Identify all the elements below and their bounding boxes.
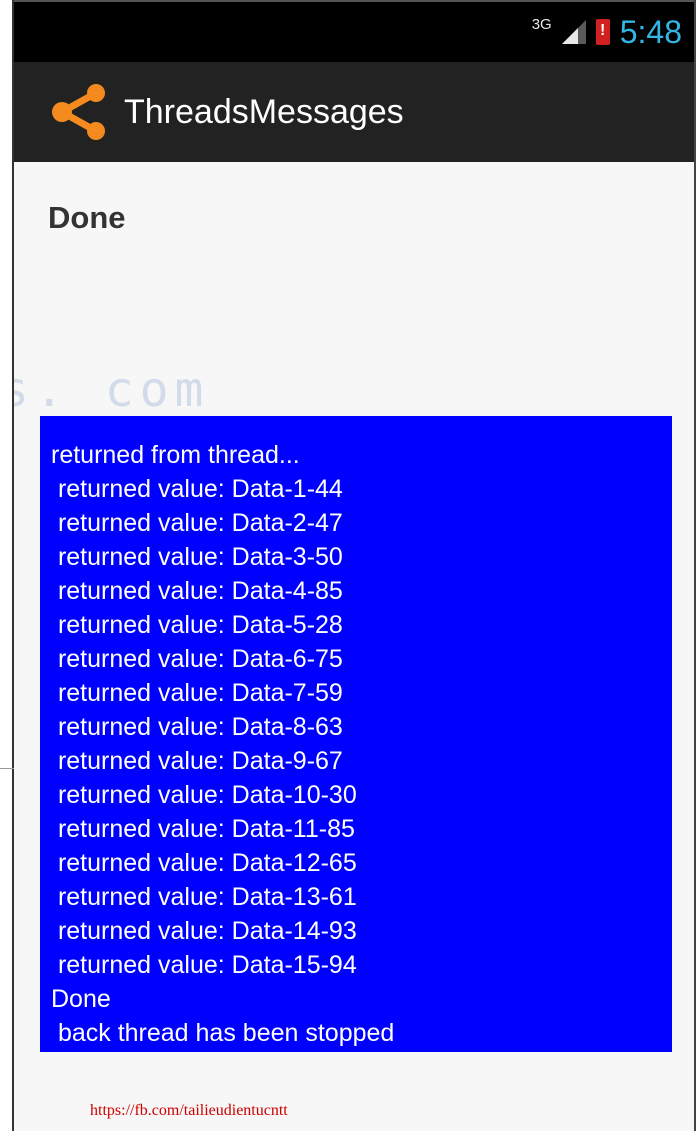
status-text: Done: [48, 200, 126, 235]
log-output: returned from thread... returned value: …: [40, 416, 672, 1052]
status-indicators: 3G ! 5:48: [532, 12, 682, 52]
log-line: returned value: Data-14-93: [51, 917, 357, 945]
log-line: returned value: Data-11-85: [51, 815, 355, 843]
log-line: returned value: Data-7-59: [51, 679, 343, 707]
log-line: returned value: Data-13-61: [51, 883, 357, 911]
phone-screen: 3G ! 5:48 ThreadsMessages Done returned …: [14, 2, 694, 1131]
log-line: returned value: Data-4-85: [51, 577, 343, 605]
log-line: returned from thread...: [51, 441, 300, 469]
log-line: Done: [51, 985, 111, 1013]
battery-alert-icon: !: [595, 19, 610, 45]
share-icon[interactable]: [50, 82, 110, 142]
log-line: returned value: Data-10-30: [51, 781, 357, 809]
log-line: back thread has been stopped: [51, 1019, 395, 1047]
log-line: returned value: Data-8-63: [51, 713, 343, 741]
log-line: returned value: Data-3-50: [51, 543, 343, 571]
log-line: returned value: Data-2-47: [51, 509, 343, 537]
log-line: returned value: Data-9-67: [51, 747, 343, 775]
network-type: 3G: [531, 15, 552, 33]
log-line: returned value: Data-15-94: [51, 951, 357, 979]
app-title: ThreadsMessages: [124, 92, 404, 131]
status-bar: 3G ! 5:48: [14, 2, 694, 62]
watermark-text: s. com: [14, 362, 210, 418]
clock: 5:48: [619, 13, 682, 50]
log-line: returned value: Data-12-65: [51, 849, 357, 877]
signal-icon: [561, 20, 586, 44]
action-bar: ThreadsMessages: [14, 62, 694, 162]
footer-link[interactable]: https://fb.com/tailieudientucntt: [90, 1102, 288, 1120]
log-line: returned value: Data-5-28: [51, 611, 343, 639]
log-line: returned value: Data-6-75: [51, 645, 343, 673]
log-line: returned value: Data-1-44: [51, 475, 343, 503]
